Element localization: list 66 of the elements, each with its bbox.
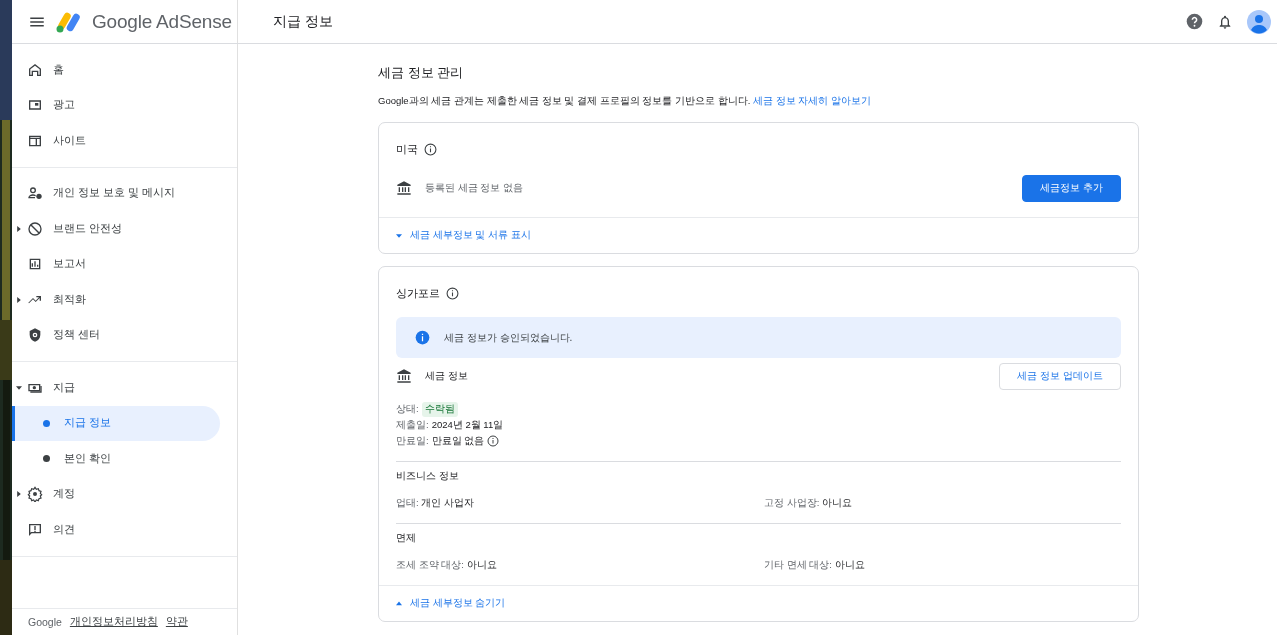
details-toggle[interactable]: 세금 세부정보 및 서류 표시 (379, 217, 1138, 253)
caret-icon[interactable] (16, 296, 22, 303)
details-toggle[interactable]: 세금 세부정보 숨기기 (379, 585, 1138, 621)
feedback-icon (27, 521, 43, 538)
country-name: 미국 (396, 141, 418, 157)
sidebar-subitem[interactable]: 본인 확인 (12, 441, 220, 477)
tax-info-button[interactable]: 세금정보 추가 (1022, 174, 1121, 202)
subsection-title: 면제 (396, 532, 417, 545)
settings-icon (27, 486, 43, 503)
field-label: 조세 조약 대상: (396, 559, 464, 570)
footer-link[interactable]: 개인정보처리방침 (69, 615, 158, 629)
shield-icon (27, 327, 43, 344)
blocked-icon (27, 220, 43, 237)
country-name: 싱가포르 (396, 285, 440, 301)
sidebar-item[interactable]: 계정 (12, 476, 237, 512)
sidebar-item[interactable]: 브랜드 안전성 (12, 211, 237, 247)
learn-more-link[interactable]: 세금 정보 자세히 알아보기 (752, 95, 871, 106)
privacy-icon (27, 185, 43, 202)
sidebar-item[interactable]: 개인 정보 보호 및 메시지 (12, 175, 237, 211)
detail-value: 만료일 없음 (431, 434, 485, 448)
tax-info-text: 세금 정보 (425, 369, 469, 383)
field-label: 고정 사업장: (764, 497, 820, 508)
field-value: 아니요 (466, 559, 497, 570)
caret-icon[interactable] (16, 491, 22, 498)
footer-link[interactable]: 약관 (165, 615, 188, 629)
field-label: 기타 면세 대상: (764, 559, 832, 570)
footer-brand: Google (28, 616, 62, 628)
detail-value: 2024년 2월 11일 (431, 418, 504, 432)
sidebar-subitem[interactable]: 지급 정보 (12, 405, 220, 441)
section-title: 세금 정보 관리 (378, 64, 465, 82)
sidebar-item[interactable]: 의견 (12, 512, 237, 548)
avatar-icon[interactable] (1247, 9, 1271, 34)
status-chip: 수락됨 (421, 401, 458, 417)
notifications-icon[interactable] (1217, 13, 1233, 30)
home-icon (27, 61, 43, 78)
bank-icon (396, 180, 412, 196)
sidebar-item[interactable]: 지급 (12, 370, 237, 406)
sidebar-item[interactable]: 최적화 (12, 282, 237, 318)
field-value: 아니요 (834, 559, 865, 570)
sidebar-item[interactable]: 홈 (12, 52, 237, 88)
detail-label: 제출일: (396, 418, 429, 432)
info-icon (415, 330, 430, 345)
description: Google과의 세금 관계는 제출한 세금 정보 및 결제 프로필의 정보를 기반으로 합니다. 세금 정보 자세히 알아보기 (378, 95, 872, 108)
detail-label: 상태: (396, 402, 419, 416)
sidebar-item[interactable]: 보고서 (12, 246, 237, 282)
brand-name: Google AdSense (92, 10, 232, 33)
tax-info-text: 등록된 세금 정보 없음 (425, 181, 524, 195)
info-icon[interactable] (424, 142, 437, 156)
field-label: 업태: (396, 497, 419, 508)
caret-icon[interactable] (16, 225, 22, 232)
info-icon[interactable] (446, 286, 459, 300)
sidebar-item[interactable]: 사이트 (12, 123, 237, 159)
sidebar-item[interactable]: 정책 센터 (12, 317, 237, 353)
logo-icon[interactable] (56, 10, 82, 33)
help-icon[interactable] (1186, 13, 1203, 30)
sidebar-item[interactable]: 광고 (12, 87, 237, 123)
bank-icon (396, 368, 412, 384)
detail-label: 만료일: (396, 434, 429, 448)
caret-icon[interactable] (16, 384, 22, 391)
subsection-title: 비즈니스 정보 (396, 470, 460, 483)
field-value: 아니요 (821, 497, 852, 508)
info-icon[interactable] (487, 435, 500, 447)
tax-info-button[interactable]: 세금 정보 업데이트 (999, 362, 1121, 390)
page-title: 지급 정보 (273, 12, 334, 31)
alert-text: 세금 정보가 승인되었습니다. (444, 330, 573, 345)
field-value: 개인 사업자 (421, 497, 474, 508)
